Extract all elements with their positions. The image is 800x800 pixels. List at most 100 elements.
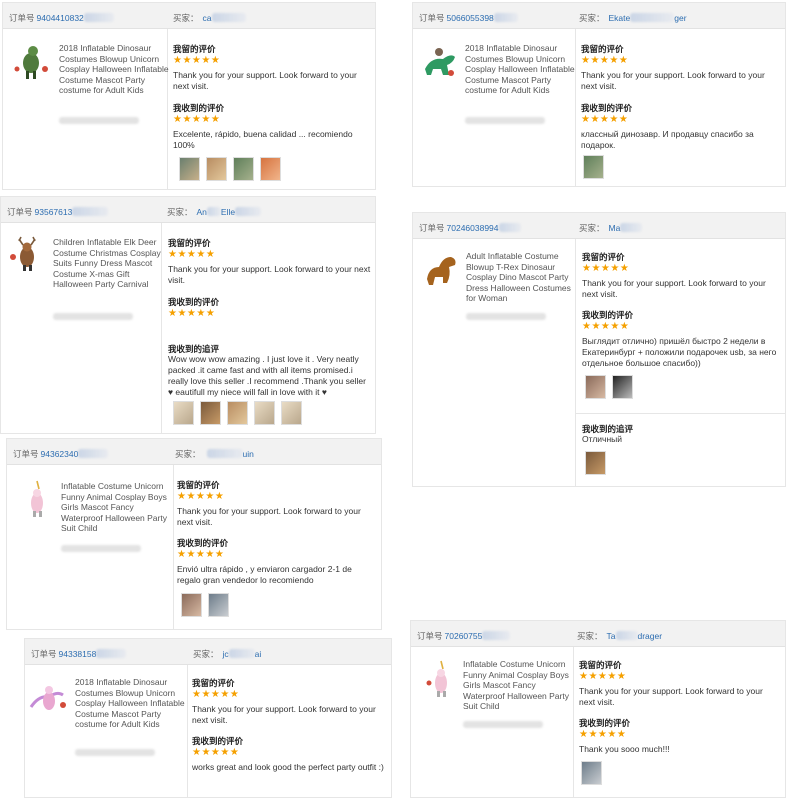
buyer-name-link[interactable]: ca xyxy=(203,13,212,23)
review-card-7: 订单号 70260755 买家： Ta drager Inflatable Costu… xyxy=(410,620,786,798)
card-header: 订单号 94362340 买家： uin xyxy=(7,439,381,465)
received-review-stars: ★★★★★ xyxy=(579,729,627,740)
review-photo[interactable] xyxy=(254,401,275,425)
buyer-name-link[interactable]: An xyxy=(197,207,207,217)
my-review-text: Thank you for your support. Look forward… xyxy=(168,264,371,285)
buyer-info: 买家： An Elle xyxy=(167,206,262,218)
my-review-label: 我留的评价 xyxy=(579,660,622,670)
review-photo[interactable] xyxy=(200,401,221,425)
review-photos xyxy=(179,157,281,181)
order-number: 订单号 70260755 xyxy=(417,630,511,642)
received-review-text: Выглядит отлично) пришёл быстро 2 недели… xyxy=(582,336,777,368)
review-photo[interactable] xyxy=(208,593,229,617)
review-photo[interactable] xyxy=(281,401,302,425)
review-photo[interactable] xyxy=(581,761,602,785)
review-photos xyxy=(581,761,602,785)
received-review-label: 我收到的评价 xyxy=(168,297,220,307)
review-photo[interactable] xyxy=(583,155,604,179)
order-number: 订单号 5066055398 xyxy=(419,12,518,24)
product-thumbnail[interactable] xyxy=(11,41,51,81)
buyer-info: 买家： Ta drager xyxy=(577,631,663,641)
buyer-name-link[interactable]: Ekate xyxy=(609,13,631,23)
my-review-stars: ★★★★★ xyxy=(173,55,221,66)
my-review-stars: ★★★★★ xyxy=(581,55,629,66)
received-review-label: 我收到的评价 xyxy=(582,310,634,320)
my-review-label: 我留的评价 xyxy=(173,44,216,54)
buyer-name-link[interactable]: Ta xyxy=(607,631,616,641)
my-review-label: 我留的评价 xyxy=(582,252,625,262)
review-photo[interactable] xyxy=(206,157,227,181)
product-thumbnail[interactable] xyxy=(17,479,57,519)
product-thumbnail[interactable] xyxy=(421,659,461,699)
review-photos xyxy=(583,155,604,179)
order-number: 订单号 93567613 xyxy=(7,206,109,218)
review-photo[interactable] xyxy=(585,451,606,475)
my-review-stars: ★★★★★ xyxy=(168,249,216,260)
my-review-text: Thank you for your support. Look forward… xyxy=(581,70,765,91)
my-review-label: 我留的评价 xyxy=(168,238,211,248)
product-thumbnail[interactable] xyxy=(29,677,69,717)
order-number-link[interactable]: 5066055398 xyxy=(447,13,494,23)
product-title[interactable]: 2018 Inflatable Dinosaur Costumes Blowup… xyxy=(465,43,577,96)
product-thumbnail[interactable] xyxy=(421,249,461,289)
card-header: 订单号 5066055398 买家： Ekate ger xyxy=(413,3,785,29)
order-number-link[interactable]: 9404410832 xyxy=(37,13,84,23)
product-title[interactable]: Inflatable Costume Unicorn Funny Animal … xyxy=(463,659,575,712)
review-photo[interactable] xyxy=(179,157,200,181)
buyer-name-link[interactable]: Ma xyxy=(609,223,621,233)
received-review-stars: ★★★★★ xyxy=(173,114,221,125)
order-number: 订单号 9404410832 xyxy=(9,12,114,24)
my-review-stars: ★★★★★ xyxy=(177,491,225,502)
order-number: 订单号 94338158 xyxy=(31,648,127,660)
product-title[interactable]: 2018 Inflatable Dinosaur Costumes Blowup… xyxy=(59,43,171,96)
product-title[interactable]: Adult Inflatable Costume Blowup T-Rex Di… xyxy=(466,251,578,304)
order-number-link[interactable]: 93567613 xyxy=(35,207,73,217)
buyer-info: 买家： Ekate ger xyxy=(579,13,687,23)
received-review-text: Envió ultra rápido , y enviaron cargador… xyxy=(177,564,352,585)
my-review-stars: ★★★★★ xyxy=(192,689,240,700)
review-photo[interactable] xyxy=(612,375,633,399)
review-photo[interactable] xyxy=(585,375,606,399)
order-number-link[interactable]: 70260755 xyxy=(445,631,483,641)
buyer-name-link[interactable]: jc xyxy=(223,649,229,659)
card-header: 订单号 93567613 买家： An Elle xyxy=(1,197,375,223)
order-number-link[interactable]: 70246038994 xyxy=(447,223,499,233)
review-card-1: 订单号 9404410832 买家： ca 2018 Inflatable Dino… xyxy=(2,2,376,190)
received-review-stars: ★★★★★ xyxy=(581,114,629,125)
received-review-label: 我收到的评价 xyxy=(177,538,229,548)
order-number: 订单号 70246038994 xyxy=(419,222,521,234)
my-review-stars: ★★★★★ xyxy=(582,263,630,274)
received-review-label: 我收到的评价 xyxy=(581,103,633,113)
buyer-info: 买家： Ma xyxy=(579,222,643,234)
review-photo[interactable] xyxy=(173,401,194,425)
my-review-text: Thank you for your support. Look forward… xyxy=(579,686,763,707)
product-title[interactable]: 2018 Inflatable Dinosaur Costumes Blowup… xyxy=(75,677,187,730)
order-number-link[interactable]: 94362340 xyxy=(41,449,79,459)
review-photo[interactable] xyxy=(233,157,254,181)
product-title[interactable]: Children Inflatable Elk Deer Costume Chr… xyxy=(53,237,165,290)
product-thumbnail[interactable] xyxy=(7,233,47,273)
review-photos xyxy=(173,401,302,425)
review-photos xyxy=(585,375,633,399)
my-review-text: Thank you for your support. Look forward… xyxy=(192,704,376,725)
follow-up-text: Wow wow wow amazing . I just love it . V… xyxy=(168,354,366,397)
received-review-text: классный динозавр. И продавцу спасибо за… xyxy=(581,129,754,150)
order-number: 订单号 94362340 xyxy=(13,448,109,460)
received-review-stars: ★★★★★ xyxy=(168,308,216,319)
my-review-text: Thank you for your support. Look forward… xyxy=(173,70,357,91)
received-review-stars: ★★★★★ xyxy=(582,321,630,332)
review-card-2: 订单号 5066055398 买家： Ekate ger 2018 Inflatabl… xyxy=(412,2,786,187)
received-review-label: 我收到的评价 xyxy=(579,718,631,728)
received-review-stars: ★★★★★ xyxy=(192,747,240,758)
review-photo[interactable] xyxy=(181,593,202,617)
review-photo[interactable] xyxy=(260,157,281,181)
product-thumbnail[interactable] xyxy=(421,43,461,83)
card-header: 订单号 94338158 买家： jc ai xyxy=(25,639,391,665)
product-title[interactable]: Inflatable Costume Unicorn Funny Animal … xyxy=(61,481,173,534)
order-number-link[interactable]: 94338158 xyxy=(59,649,97,659)
review-photo[interactable] xyxy=(227,401,248,425)
card-header: 订单号 70260755 买家： Ta drager xyxy=(411,621,785,647)
my-review-label: 我留的评价 xyxy=(192,678,235,688)
received-review-text: Excelente, rápido, buena calidad ... rec… xyxy=(173,129,353,150)
received-review-text: Thank you sooo much!!! xyxy=(579,744,670,754)
